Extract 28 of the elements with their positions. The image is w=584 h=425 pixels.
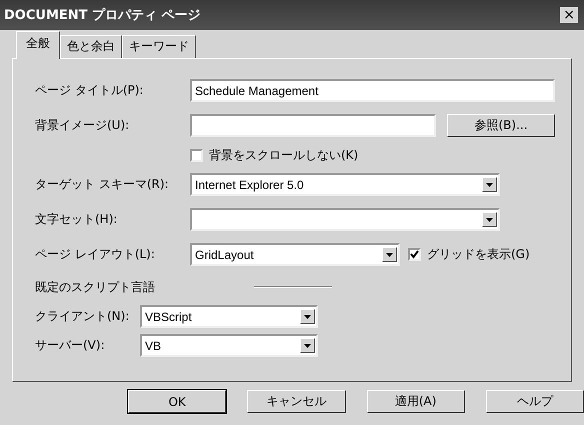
text-field[interactable]: Schedule Management bbox=[190, 79, 555, 102]
checkbox[interactable] bbox=[190, 148, 203, 162]
field-label: 背景イメージ(U): bbox=[35, 117, 130, 134]
dropdown[interactable]: VB bbox=[140, 334, 318, 357]
dropdown[interactable]: Internet Explorer 5.0 bbox=[190, 173, 500, 196]
checkbox-label[interactable]: グリッドを表示(G) bbox=[427, 246, 530, 263]
dialog-button[interactable]: 適用(A) bbox=[366, 390, 465, 413]
text-field[interactable] bbox=[190, 114, 436, 137]
dialog-button[interactable]: キャンセル bbox=[247, 390, 346, 413]
field-label: サーバー(V): bbox=[35, 337, 106, 354]
group-label: 既定のスクリプト言語 bbox=[35, 278, 156, 296]
checkbox[interactable] bbox=[408, 248, 421, 261]
field-label: ターゲット スキーマ(R): bbox=[35, 176, 170, 193]
dropdown[interactable]: VBScript bbox=[140, 305, 318, 328]
close-button[interactable]: × bbox=[560, 7, 578, 23]
tab[interactable]: キーワード bbox=[122, 35, 196, 58]
dialog-button[interactable]: OK bbox=[128, 390, 226, 413]
browse-button[interactable]: 参照(B)... bbox=[447, 114, 555, 137]
field-label: 文字セット(H): bbox=[35, 211, 118, 228]
field-label: ページ レイアウト(L): bbox=[35, 246, 156, 263]
window-title: DOCUMENT プロパティ ページ bbox=[4, 6, 201, 24]
tab[interactable]: 全般 bbox=[16, 31, 60, 59]
checkbox-label[interactable]: 背景をスクロールしない(K) bbox=[209, 146, 358, 164]
dialog-button[interactable]: ヘルプ bbox=[486, 390, 584, 413]
tab[interactable]: 色と余白 bbox=[60, 35, 122, 58]
field-label: ページ タイトル(P): bbox=[35, 82, 144, 99]
dropdown[interactable]: GridLayout bbox=[190, 243, 400, 266]
field-label: クライアント(N): bbox=[35, 308, 130, 325]
